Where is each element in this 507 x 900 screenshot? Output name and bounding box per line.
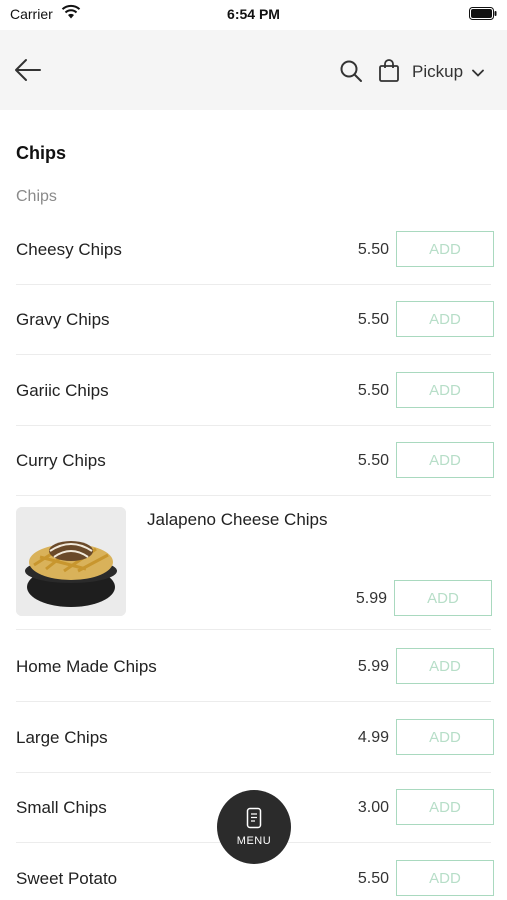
- add-button[interactable]: ADD: [396, 231, 494, 267]
- back-arrow-icon[interactable]: [14, 57, 42, 83]
- item-name: Gariic Chips: [16, 381, 109, 400]
- item-name: Cheesy Chips: [16, 240, 122, 259]
- chevron-down-icon: [472, 69, 484, 77]
- add-button[interactable]: ADD: [396, 301, 494, 337]
- menu-phone-icon: [246, 807, 262, 829]
- item-name: Home Made Chips: [16, 657, 157, 676]
- add-button[interactable]: ADD: [396, 789, 494, 825]
- item-photo: [16, 507, 126, 616]
- item-name: Small Chips: [16, 798, 107, 817]
- menu-item-jalapeno-cheese-chips[interactable]: Jalapeno Cheese Chips 5.99 ADD: [16, 494, 492, 630]
- add-button[interactable]: ADD: [394, 580, 492, 616]
- menu-button[interactable]: MENU: [217, 790, 291, 864]
- item-price: 5.50: [357, 382, 389, 399]
- item-name: Curry Chips: [16, 451, 106, 470]
- menu-item-home-made-chips[interactable]: Home Made Chips 5.99 ADD: [16, 631, 494, 702]
- add-button[interactable]: ADD: [396, 442, 494, 478]
- add-button[interactable]: ADD: [396, 860, 494, 896]
- clock: 6:54 PM: [227, 6, 280, 22]
- search-icon[interactable]: [339, 59, 363, 83]
- menu-item-curry-chips[interactable]: Curry Chips 5.50 ADD: [16, 425, 494, 496]
- item-price: 5.99: [357, 658, 389, 675]
- add-button[interactable]: ADD: [396, 648, 494, 684]
- pickup-selector[interactable]: Pickup: [412, 60, 484, 84]
- battery-icon: [469, 7, 497, 20]
- item-name: Gravy Chips: [16, 310, 110, 329]
- status-bar: Carrier 6:54 PM: [0, 0, 507, 30]
- item-name: Large Chips: [16, 728, 108, 747]
- item-price: 5.50: [357, 452, 389, 469]
- item-name: Jalapeno Cheese Chips: [147, 510, 328, 529]
- pickup-label: Pickup: [412, 62, 464, 81]
- top-nav-bar: Pickup: [0, 30, 507, 110]
- item-price: 5.99: [355, 590, 387, 607]
- section-title: Chips: [16, 143, 67, 163]
- add-button[interactable]: ADD: [396, 719, 494, 755]
- menu-button-label: MENU: [236, 835, 272, 847]
- item-name: Sweet Potato: [16, 869, 118, 888]
- item-price: 4.99: [357, 729, 389, 746]
- menu-item-gariic-chips[interactable]: Gariic Chips 5.50 ADD: [16, 355, 494, 426]
- item-price: 5.50: [357, 311, 389, 328]
- add-button[interactable]: ADD: [396, 372, 494, 408]
- menu-item-cheesy-chips[interactable]: Cheesy Chips 5.50 ADD: [16, 214, 494, 285]
- menu-item-large-chips[interactable]: Large Chips 4.99 ADD: [16, 702, 494, 773]
- item-price: 3.00: [357, 799, 389, 816]
- shopping-bag-icon[interactable]: [378, 58, 400, 82]
- menu-item-gravy-chips[interactable]: Gravy Chips 5.50 ADD: [16, 284, 494, 355]
- item-price: 5.50: [357, 870, 389, 887]
- section-subtitle: Chips: [16, 188, 57, 205]
- item-price: 5.50: [357, 241, 389, 258]
